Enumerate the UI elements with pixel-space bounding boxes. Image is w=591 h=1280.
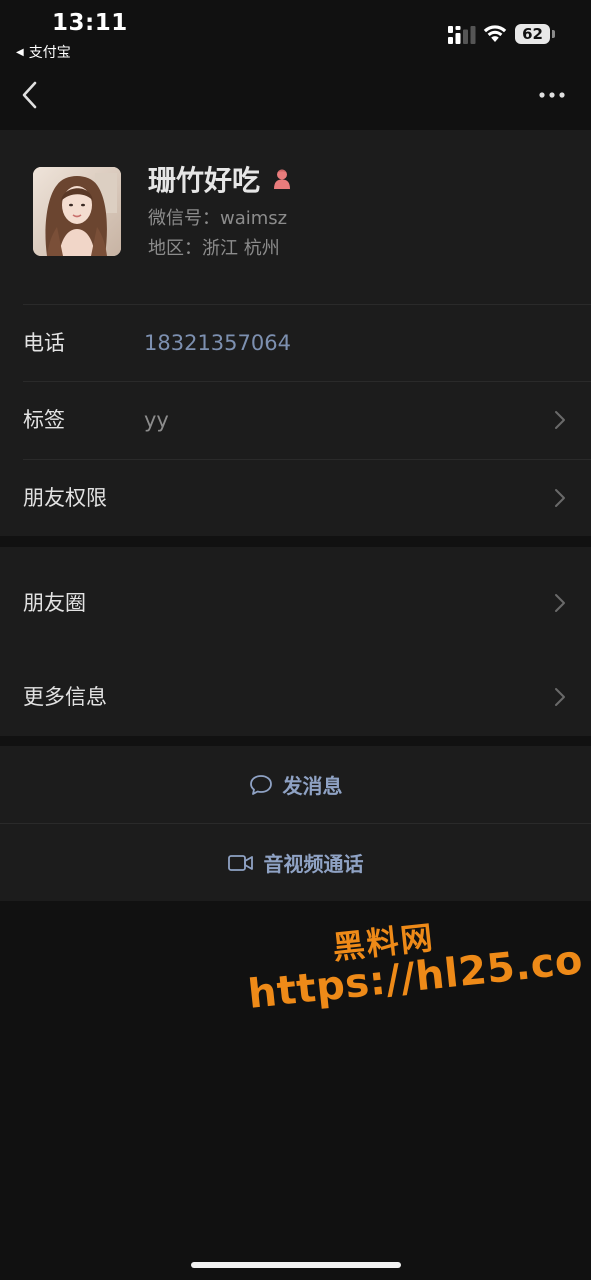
tags-row[interactable]: 标签 yy: [0, 382, 591, 458]
video-camera-icon: [227, 854, 253, 871]
back-triangle-icon: ◀: [16, 46, 24, 58]
more-dots-icon[interactable]: [538, 84, 566, 106]
tags-value: yy: [144, 408, 169, 432]
back-to-app-link[interactable]: ◀ 支付宝: [16, 42, 71, 62]
send-message-button[interactable]: 发消息: [0, 746, 591, 823]
video-call-label: 音视频通话: [263, 852, 364, 876]
avatar-photo: [33, 167, 121, 256]
video-call-button[interactable]: 音视频通话: [0, 824, 591, 901]
wifi-icon: [483, 25, 507, 42]
friend-permissions-label: 朋友权限: [23, 486, 107, 510]
more-info-row[interactable]: 更多信息: [0, 659, 591, 735]
profile-panel: 珊竹好吃 微信号：waimsz 地区：浙江 杭州 电话 18321357064 …: [0, 130, 591, 536]
phone-row[interactable]: 电话 18321357064: [0, 305, 591, 381]
moments-label: 朋友圈: [23, 591, 86, 615]
name-row: 珊竹好吃: [148, 160, 292, 198]
chevron-right-icon: [555, 688, 565, 706]
phone-label: 电话: [23, 331, 65, 355]
cellular-signal-icon: [448, 26, 476, 44]
send-message-label: 发消息: [282, 774, 343, 798]
chevron-right-icon: [555, 489, 565, 507]
moments-row[interactable]: 朋友圈: [0, 565, 591, 641]
battery-indicator: 62: [515, 24, 555, 44]
avatar[interactable]: [33, 167, 121, 256]
chat-bubble-icon: [249, 774, 272, 795]
status-time: 13:11: [52, 10, 128, 36]
contact-profile-page: 13:11 ◀ 支付宝 62 珊竹好吃 微信号：waimsz 地区：浙江 杭州 …: [0, 0, 591, 1280]
region: 地区：浙江 杭州: [148, 238, 280, 259]
actions-section: 发消息 音视频通话: [0, 746, 591, 901]
tags-label: 标签: [23, 408, 65, 432]
chevron-right-icon: [555, 411, 565, 429]
back-app-label: 支付宝: [28, 45, 71, 61]
more-info-label: 更多信息: [23, 685, 107, 709]
battery-percent: 62: [522, 25, 543, 43]
status-bar: 13:11 ◀ 支付宝 62: [0, 0, 591, 64]
moments-section: 朋友圈 更多信息: [0, 547, 591, 736]
friend-permissions-row[interactable]: 朋友权限: [0, 460, 591, 536]
watermark: 黑料网 https://hl25.co: [235, 894, 585, 1037]
battery-cap: [552, 30, 555, 38]
contact-name: 珊竹好吃: [148, 164, 261, 197]
chevron-right-icon: [555, 594, 565, 612]
phone-number[interactable]: 18321357064: [144, 305, 291, 381]
wechat-id: 微信号：waimsz: [148, 208, 288, 229]
female-gender-icon: [274, 169, 291, 189]
home-indicator[interactable]: [191, 1262, 401, 1268]
back-chevron-icon[interactable]: [18, 80, 42, 110]
